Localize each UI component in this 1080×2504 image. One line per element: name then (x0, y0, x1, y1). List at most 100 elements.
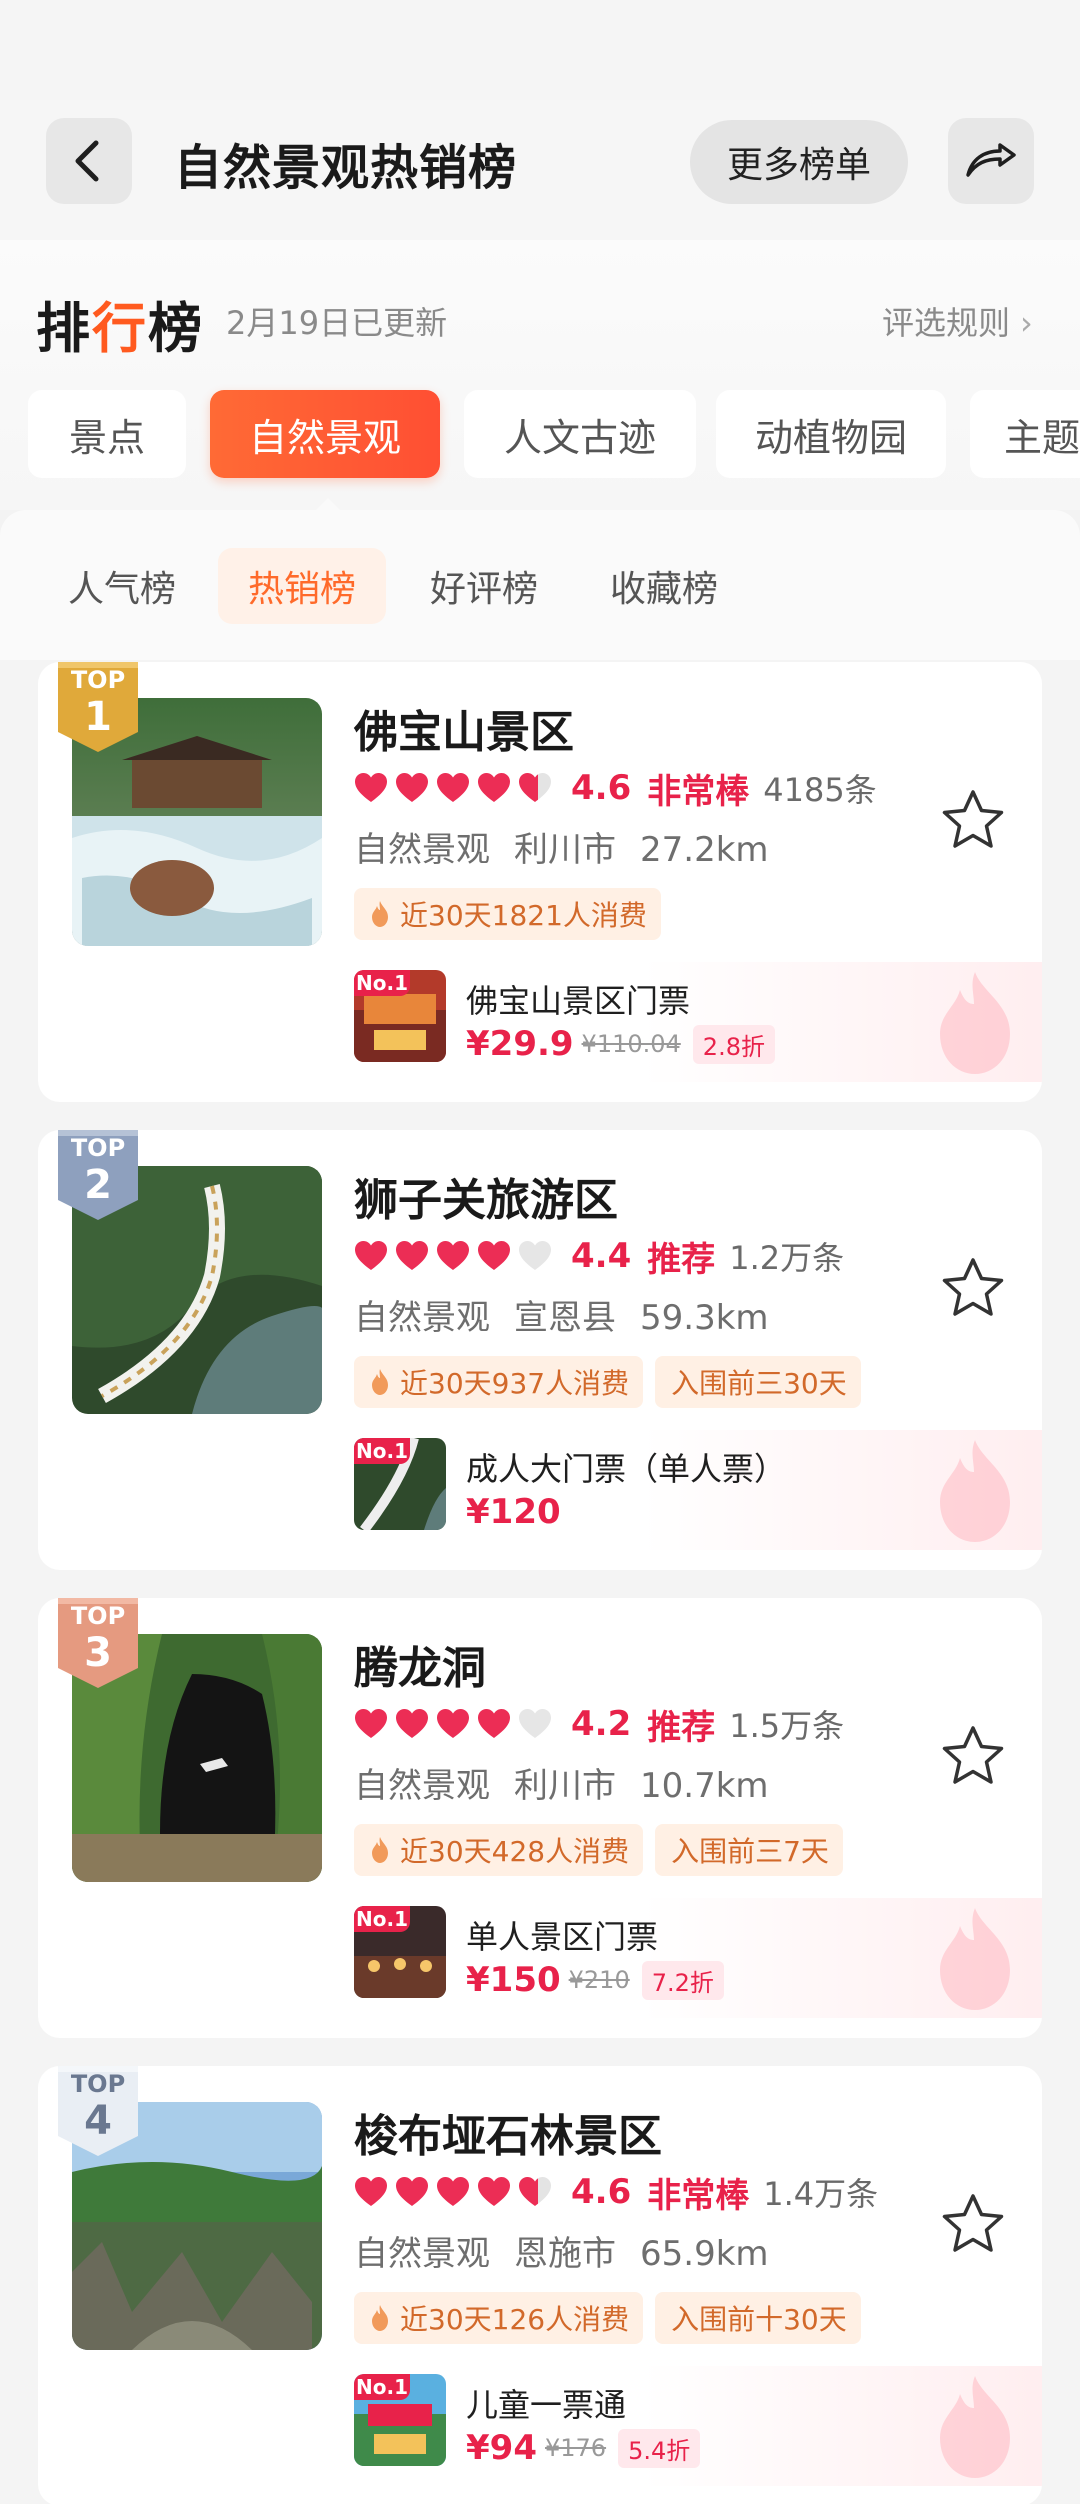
flame-icon (372, 1369, 388, 1395)
tab-best-selling[interactable]: 热销榜 (218, 548, 386, 624)
price-row: ¥29.9 ¥110.04 2.8折 (466, 1022, 775, 1066)
tag-text: 近30天428人消费 (400, 1835, 630, 1868)
rank-number: 3 (84, 1630, 112, 1676)
flame-icon (372, 901, 388, 927)
review-count: 1.5万条 (729, 1707, 845, 1745)
tag-list: 近30天1821人消费 (354, 888, 673, 940)
rules-link[interactable]: 评选规则 › (882, 298, 1033, 344)
heart-icon (478, 773, 510, 802)
sales-tag: 近30天126人消费 (354, 2292, 644, 2344)
deal-name: 单人景区门票 (466, 1918, 659, 1956)
category-tabs: 景点 自然景观 人文古迹 动植物园 主题 (0, 390, 1080, 480)
tag-text: 近30天126人消费 (400, 2303, 630, 2336)
category: 自然景观 (354, 2234, 490, 2274)
city: 宣恩县 (514, 1298, 616, 1338)
tab-historic-sites[interactable]: 人文古迹 (464, 390, 696, 478)
rating: 4.2 推荐 1.5万条 (354, 1702, 845, 1748)
original-price: ¥176 (544, 2434, 607, 2462)
attraction-card[interactable]: TOP 4 梭布垭石林景区 4.6 非常棒 1.4万条 自然景观 恩施市 65.9k… (38, 2066, 1042, 2504)
no1-badge: No.1 (354, 1438, 410, 1464)
more-lists-button[interactable]: 更多榜单 (690, 120, 908, 204)
attraction-card[interactable]: TOP 1 佛宝山景区 4.6 非常棒 4185条 自然景观 利川市 27.2km … (38, 662, 1042, 1102)
tab-natural-landscape[interactable]: 自然景观 (210, 390, 440, 478)
heart-icon (396, 1241, 428, 1270)
tag-text: 近30天1821人消费 (400, 899, 647, 932)
favorite-star-icon[interactable] (938, 1722, 1008, 1792)
back-button[interactable] (46, 118, 132, 204)
tab-zoos-gardens[interactable]: 动植物园 (716, 390, 946, 478)
tab-top-rated[interactable]: 好评榜 (404, 548, 564, 624)
heart-icon (437, 1241, 469, 1270)
price-row: ¥94 ¥176 5.4折 (466, 2426, 701, 2470)
ranking-tag: 入围前十30天 (655, 2292, 861, 2344)
deal-thumbnail: No.1 (354, 1906, 446, 1998)
category: 自然景观 (354, 1298, 490, 1338)
top-deal[interactable]: No.1 单人景区门票 ¥150 ¥210 7.2折 (354, 1898, 1042, 2018)
attraction-name: 狮子关旅游区 (354, 1175, 618, 1226)
ranking-tag: 入围前三7天 (655, 1824, 843, 1876)
ranking-title-part: 行 (92, 297, 148, 360)
review-count: 1.2万条 (729, 1239, 845, 1277)
chevron-left-icon (75, 140, 99, 182)
city: 利川市 (514, 830, 616, 870)
price: ¥29.9 (466, 1024, 574, 1064)
tab-scenic-spots[interactable]: 景点 (28, 390, 186, 478)
tab-theme[interactable]: 主题 (970, 390, 1080, 478)
top-deal[interactable]: No.1 佛宝山景区门票 ¥29.9 ¥110.04 2.8折 (354, 962, 1042, 1082)
rating: 4.6 非常棒 4185条 (354, 766, 877, 812)
price: ¥94 (466, 2428, 537, 2468)
attraction-card[interactable]: TOP 2 狮子关旅游区 4.4 推荐 1.2万条 自然景观 宣恩县 59.3km … (38, 1130, 1042, 1570)
page-title: 自然景观热销榜 (174, 140, 518, 196)
discount-badge: 5.4折 (618, 2428, 701, 2468)
ranking-header: 排行榜 2月19日已更新 评选规则 › 景点 自然景观 人文古迹 动植物园 主题 (0, 240, 1080, 510)
deal-name: 儿童一票通 (466, 2386, 627, 2424)
category: 自然景观 (354, 830, 490, 870)
share-button[interactable] (948, 118, 1034, 204)
rating-score: 4.6 (571, 768, 632, 808)
sales-tag: 近30天1821人消费 (354, 888, 661, 940)
rating-score: 4.6 (571, 2172, 632, 2212)
favorite-star-icon[interactable] (938, 786, 1008, 856)
attraction-name: 佛宝山景区 (354, 707, 574, 758)
deal-name: 佛宝山景区门票 (466, 982, 691, 1020)
heart-icon (478, 1241, 510, 1270)
tab-most-saved[interactable]: 收藏榜 (584, 548, 744, 624)
review-count: 1.4万条 (763, 2175, 879, 2213)
ranking-title-part: 榜 (148, 297, 204, 360)
distance: 65.9km (640, 2234, 769, 2274)
rating-label: 推荐 (647, 1239, 716, 1280)
empty-heart-icon (519, 1709, 551, 1738)
tag-list: 近30天937人消费 入围前三30天 (354, 1356, 873, 1408)
chevron-right-icon: › (1020, 304, 1033, 342)
top-deal[interactable]: No.1 儿童一票通 ¥94 ¥176 5.4折 (354, 2366, 1042, 2486)
favorite-star-icon[interactable] (938, 2190, 1008, 2260)
top-deal[interactable]: No.1 成人大门票（单人票） ¥120 (354, 1430, 1042, 1550)
half-heart-icon (519, 773, 551, 802)
rating-label: 推荐 (647, 1707, 716, 1748)
heart-icon (355, 1241, 387, 1270)
distance: 59.3km (640, 1298, 769, 1338)
discount-badge: 2.8折 (692, 1024, 775, 1064)
deal-thumbnail: No.1 (354, 970, 446, 1062)
rank-number: 1 (84, 694, 112, 740)
heart-icon (478, 1709, 510, 1738)
flame-watermark-icon (940, 1440, 1010, 1542)
price: ¥120 (466, 1492, 561, 1532)
tag-list: 近30天428人消费 入围前三7天 (354, 1824, 855, 1876)
half-heart-icon (519, 2177, 551, 2206)
rank-badge: TOP 3 (54, 1598, 142, 1690)
deal-thumbnail: No.1 (354, 2374, 446, 2466)
rank-number: 2 (84, 1162, 112, 1208)
heart-icon (437, 2177, 469, 2206)
tab-popularity[interactable]: 人气榜 (42, 548, 202, 624)
favorite-star-icon[interactable] (938, 1254, 1008, 1324)
rules-label: 评选规则 (882, 304, 1011, 342)
heart-icon (355, 773, 387, 802)
tag-list: 近30天126人消费 入围前十30天 (354, 2292, 873, 2344)
attraction-card[interactable]: TOP 3 腾龙洞 4.2 推荐 1.5万条 自然景观 利川市 10.7km 近30… (38, 1598, 1042, 2038)
attraction-name: 腾龙洞 (354, 1643, 486, 1694)
ranking-title: 排行榜 (36, 284, 204, 363)
price-row: ¥150 ¥210 7.2折 (466, 1958, 724, 2002)
status-bar (0, 0, 1080, 100)
flame-watermark-icon (940, 972, 1010, 1074)
